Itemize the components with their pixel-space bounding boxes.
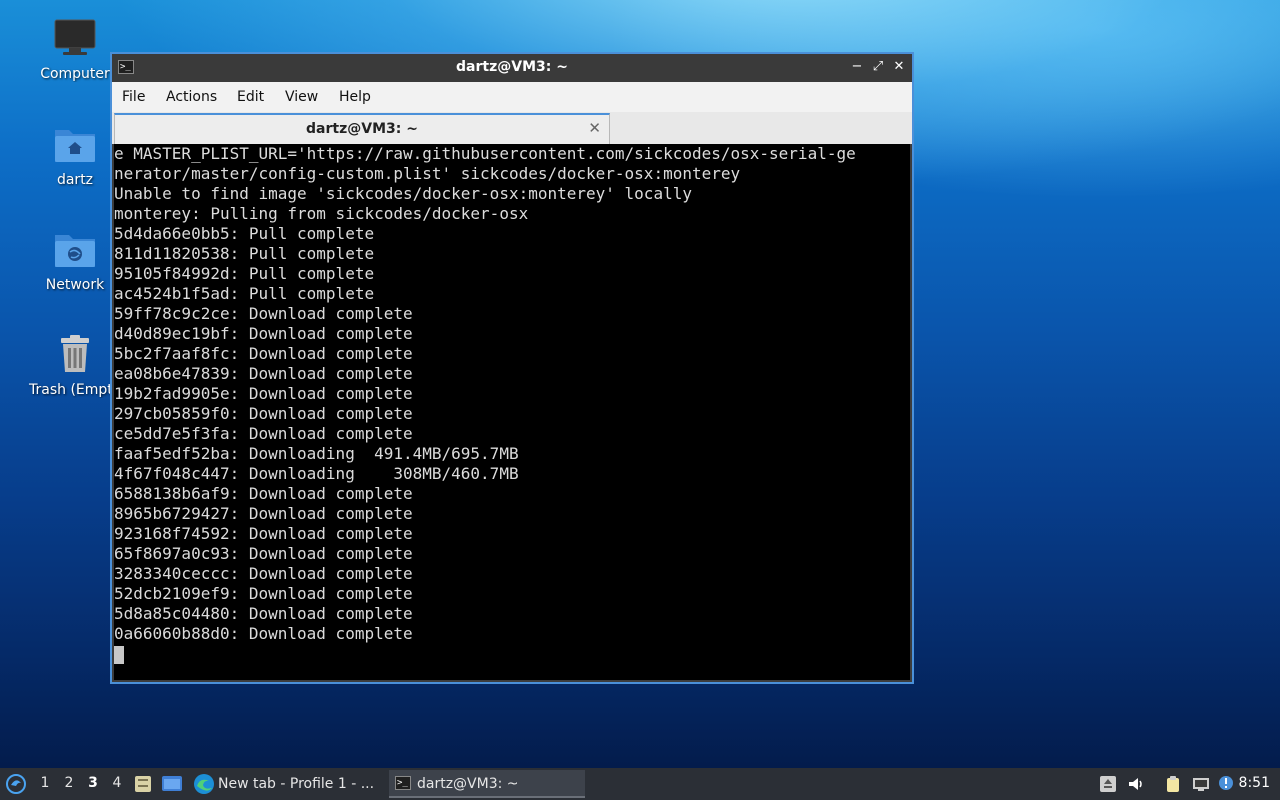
desktop-icon-label: Trash (Empty) — [29, 382, 110, 398]
menu-help[interactable]: Help — [339, 89, 371, 105]
terminal-line: 6588138b6af9: Download complete — [114, 484, 413, 503]
task-browser[interactable]: New tab - Profile 1 - ... — [190, 770, 382, 798]
edge-browser-icon — [194, 774, 214, 794]
file-manager-launcher[interactable] — [133, 768, 155, 800]
terminal-line: 5d4da66e0bb5: Pull complete — [114, 224, 375, 243]
desktop-icon-trash[interactable]: Trash (Empty) — [25, 332, 110, 398]
terminal-line: 59ff78c9c2ce: Download complete — [114, 304, 413, 323]
terminal-line: d40d89ec19bf: Download complete — [114, 324, 413, 343]
terminal-line: e MASTER_PLIST_URL='https://raw.githubus… — [114, 144, 856, 163]
update-notifier-icon[interactable] — [1218, 775, 1236, 793]
terminal-line: 95105f84992d: Pull complete — [114, 264, 375, 283]
terminal-line: 5bc2f7aaf8fc: Download complete — [114, 344, 413, 363]
tray-eject-icon[interactable] — [1099, 775, 1117, 793]
workspace-2[interactable]: 2 — [59, 775, 79, 791]
monitor-icon — [53, 16, 97, 60]
tab-bar: dartz@VM3: ~ ✕ — [112, 112, 912, 144]
desktop-background: Computer dartz Network Trash (Emp >_ dar… — [0, 0, 1280, 768]
terminal-line: Unable to find image 'sickcodes/docker-o… — [114, 184, 692, 203]
show-desktop-launcher[interactable] — [161, 768, 183, 800]
tab-terminal[interactable]: dartz@VM3: ~ ✕ — [114, 113, 610, 144]
terminal-line: 3283340ceccc: Download complete — [114, 564, 413, 583]
close-button[interactable]: ✕ — [890, 58, 908, 76]
terminal-line: monterey: Pulling from sickcodes/docker-… — [114, 204, 529, 223]
menu-bar: File Actions Edit View Help — [112, 82, 912, 112]
task-label: dartz@VM3: ~ — [417, 776, 519, 792]
workspace-3[interactable]: 3 — [83, 775, 103, 791]
file-cabinet-icon — [135, 776, 151, 792]
terminal-line: 923168f74592: Download complete — [114, 524, 413, 543]
workspace-1[interactable]: 1 — [35, 775, 55, 791]
terminal-line: 52dcb2109ef9: Download complete — [114, 584, 413, 603]
terminal-line: 297cb05859f0: Download complete — [114, 404, 413, 423]
home-folder-icon — [53, 122, 97, 166]
tab-label: dartz@VM3: ~ — [306, 121, 418, 137]
network-status-icon[interactable] — [1192, 775, 1210, 793]
start-menu-button[interactable] — [5, 768, 27, 800]
tab-close-icon[interactable]: ✕ — [588, 119, 601, 137]
menu-edit[interactable]: Edit — [237, 89, 264, 105]
terminal-line: 5d8a85c04480: Download complete — [114, 604, 413, 623]
terminal-line: nerator/master/config-custom.plist' sick… — [114, 164, 741, 183]
window-title: dartz@VM3: ~ — [456, 59, 568, 75]
menu-view[interactable]: View — [285, 89, 318, 105]
terminal-line: 8965b6729427: Download complete — [114, 504, 413, 523]
menu-file[interactable]: File — [122, 89, 145, 105]
lubuntu-logo-icon — [6, 774, 26, 794]
menu-actions[interactable]: Actions — [166, 89, 217, 105]
workspace-4[interactable]: 4 — [107, 775, 127, 791]
terminal-icon: >_ — [395, 776, 411, 790]
terminal-line: 4f67f048c447: Downloading 308MB/460.7MB — [114, 464, 519, 483]
terminal-line: 811d11820538: Pull complete — [114, 244, 375, 263]
terminal-output[interactable]: e MASTER_PLIST_URL='https://raw.githubus… — [114, 144, 910, 680]
minimize-button[interactable]: − — [848, 58, 866, 76]
terminal-line: ea08b6e47839: Download complete — [114, 364, 413, 383]
terminal-line: 0a66060b88d0: Download complete — [114, 624, 413, 643]
volume-icon[interactable] — [1127, 775, 1145, 793]
terminal-window[interactable]: >_ dartz@VM3: ~ − ⤢ ✕ File Actions Edit … — [110, 52, 914, 684]
task-terminal[interactable]: >_ dartz@VM3: ~ — [389, 770, 585, 798]
clipboard-icon[interactable] — [1164, 775, 1182, 793]
terminal-cursor — [114, 646, 124, 664]
trash-icon — [53, 332, 97, 376]
terminal-line: 65f8697a0c93: Download complete — [114, 544, 413, 563]
terminal-line: 19b2fad9905e: Download complete — [114, 384, 413, 403]
terminal-line: ce5dd7e5f3fa: Download complete — [114, 424, 413, 443]
desktop-window-icon — [162, 776, 182, 791]
maximize-button[interactable]: ⤢ — [869, 58, 887, 76]
task-label: New tab - Profile 1 - ... — [218, 776, 375, 792]
taskbar: 1 2 3 4 New tab - Profile 1 - ... >_ dar… — [0, 768, 1280, 800]
window-title-bar[interactable]: >_ dartz@VM3: ~ − ⤢ ✕ — [112, 54, 912, 82]
clock[interactable]: 8:51 — [1239, 775, 1270, 791]
network-folder-icon — [53, 227, 97, 271]
terminal-line: faaf5edf52ba: Downloading 491.4MB/695.7M… — [114, 444, 519, 463]
terminal-line: ac4524b1f5ad: Pull complete — [114, 284, 375, 303]
